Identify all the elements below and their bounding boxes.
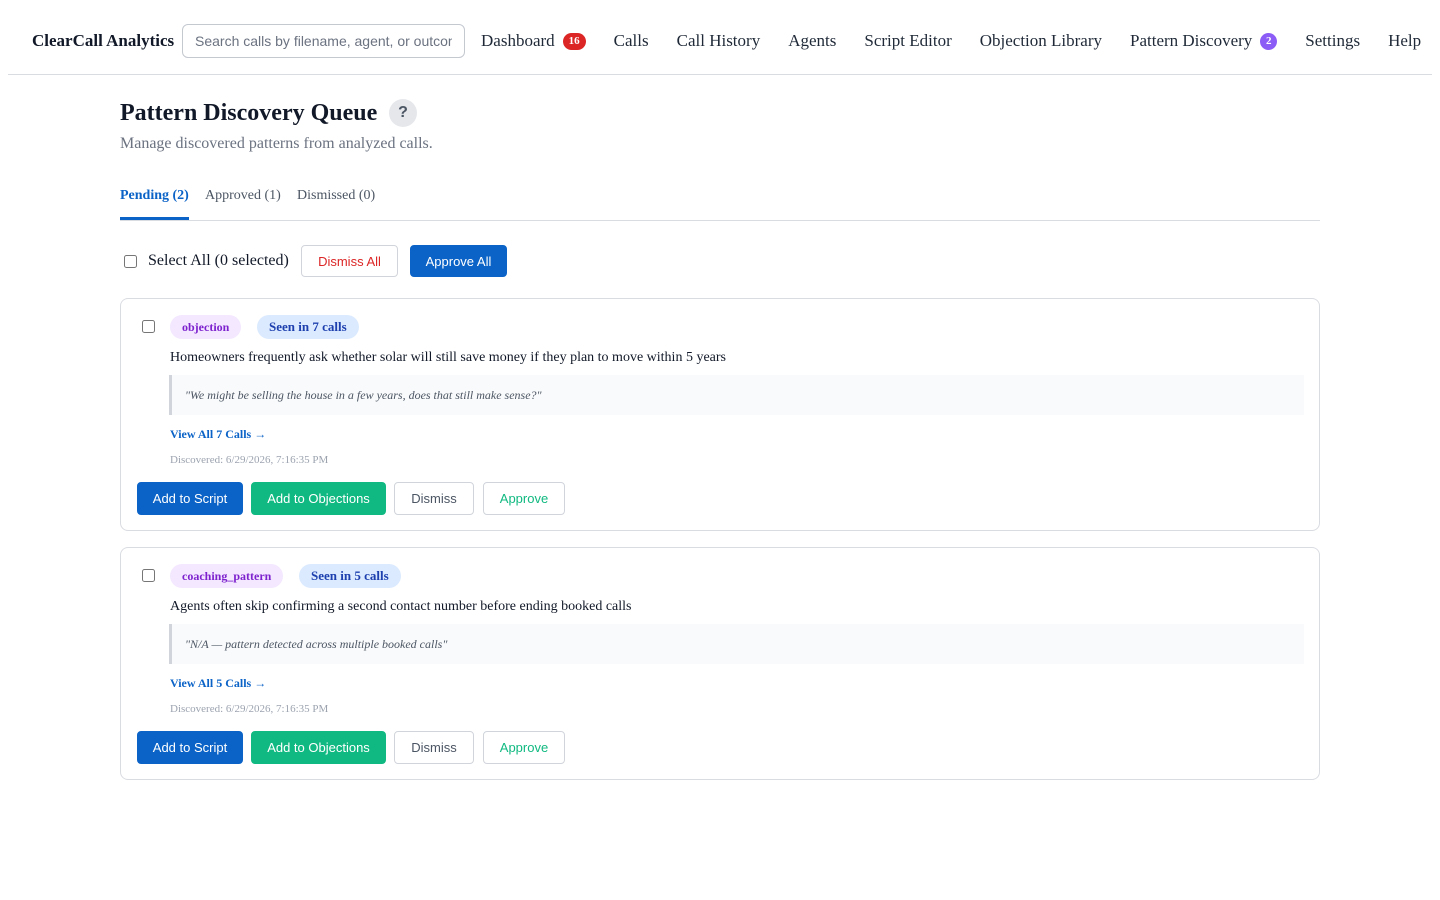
select-all-label: Select All (0 selected) bbox=[148, 252, 289, 269]
nav-agents[interactable]: Agents bbox=[788, 31, 836, 51]
dismiss-all-button[interactable]: Dismiss All bbox=[301, 245, 398, 277]
pattern-select-checkbox[interactable] bbox=[142, 320, 155, 333]
brand-logo[interactable]: ClearCall Analytics bbox=[32, 31, 174, 51]
top-nav: ClearCall Analytics Dashboard 16 Calls C… bbox=[8, 8, 1432, 75]
nav-links: Dashboard 16 Calls Call History Agents S… bbox=[481, 30, 1421, 52]
pattern-type-tag: coaching_pattern bbox=[170, 564, 284, 588]
dashboard-count-badge: 16 bbox=[562, 32, 586, 50]
pattern-description: Homeowners frequently ask whether solar … bbox=[170, 350, 726, 365]
example-quote: "We might be selling the house in a few … bbox=[169, 375, 1304, 415]
approve-button[interactable]: Approve bbox=[483, 482, 565, 515]
nav-dashboard-label: Dashboard bbox=[481, 31, 555, 50]
view-all-calls-link[interactable]: View All 5 Calls → bbox=[170, 676, 266, 691]
nav-help[interactable]: Help bbox=[1388, 31, 1421, 51]
tab-pending[interactable]: Pending (2) bbox=[120, 188, 189, 204]
seen-count-tag: Seen in 5 calls bbox=[299, 564, 401, 588]
pattern-type-tag: objection bbox=[170, 315, 242, 339]
nav-call-history[interactable]: Call History bbox=[677, 31, 761, 51]
discovered-timestamp: Discovered: 6/29/2026, 7:16:35 PM bbox=[170, 454, 329, 466]
tab-approved[interactable]: Approved (1) bbox=[205, 188, 281, 204]
nav-dashboard[interactable]: Dashboard 16 bbox=[481, 31, 586, 51]
view-all-calls-link[interactable]: View All 7 Calls → bbox=[170, 427, 266, 442]
pattern-discovery-count-badge: 2 bbox=[1260, 32, 1278, 50]
nav-script-editor[interactable]: Script Editor bbox=[864, 31, 951, 51]
nav-settings[interactable]: Settings bbox=[1305, 31, 1360, 51]
add-to-objections-button[interactable]: Add to Objections bbox=[251, 731, 386, 764]
pattern-select-checkbox[interactable] bbox=[142, 569, 155, 582]
status-tabs: Pending (2) Approved (1) Dismissed (0) bbox=[120, 180, 1320, 221]
pattern-description: Agents often skip confirming a second co… bbox=[170, 599, 632, 614]
nav-calls[interactable]: Calls bbox=[614, 31, 649, 51]
add-to-script-button[interactable]: Add to Script bbox=[137, 731, 243, 764]
tab-dismissed[interactable]: Dismissed (0) bbox=[297, 188, 375, 204]
nav-pattern-discovery[interactable]: Pattern Discovery 2 bbox=[1130, 31, 1278, 51]
search-input[interactable] bbox=[182, 24, 465, 58]
discovered-timestamp: Discovered: 6/29/2026, 7:16:35 PM bbox=[170, 703, 329, 715]
nav-objection-library[interactable]: Objection Library bbox=[980, 31, 1102, 51]
active-tab-indicator bbox=[120, 217, 189, 220]
page-subtitle: Manage discovered patterns from analyzed… bbox=[120, 135, 433, 152]
add-to-objections-button[interactable]: Add to Objections bbox=[251, 482, 386, 515]
approve-all-button[interactable]: Approve All bbox=[410, 245, 507, 277]
nav-pattern-discovery-label: Pattern Discovery bbox=[1130, 31, 1253, 50]
pattern-card: coaching_pattern Seen in 5 calls Agents … bbox=[120, 547, 1320, 780]
dismiss-button[interactable]: Dismiss bbox=[394, 482, 474, 515]
add-to-script-button[interactable]: Add to Script bbox=[137, 482, 243, 515]
help-icon[interactable]: ? bbox=[389, 99, 417, 127]
example-quote: "N/A — pattern detected across multiple … bbox=[169, 624, 1304, 664]
dismiss-button[interactable]: Dismiss bbox=[394, 731, 474, 764]
select-all-checkbox[interactable] bbox=[124, 255, 137, 268]
seen-count-tag: Seen in 7 calls bbox=[257, 315, 359, 339]
pattern-card: objection Seen in 7 calls Homeowners fre… bbox=[120, 298, 1320, 531]
page-title: Pattern Discovery Queue bbox=[120, 100, 378, 126]
approve-button[interactable]: Approve bbox=[483, 731, 565, 764]
